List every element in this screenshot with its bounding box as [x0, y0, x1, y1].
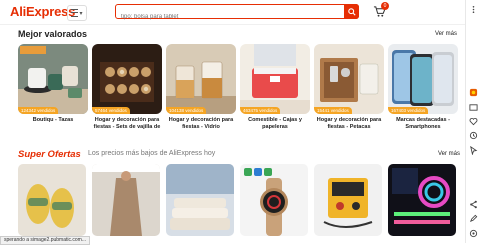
product-card[interactable]: 167403 vendidos Marcas destacadas - Smar…	[388, 44, 458, 131]
cart-count-badge: 0	[381, 2, 389, 10]
search-icon	[347, 7, 356, 16]
product-card[interactable]: 104138 vendidos Hogar y decoración para …	[166, 44, 236, 131]
aliexpress-logo[interactable]: AliExpress	[10, 4, 75, 19]
product-image: 167403 vendidos	[388, 44, 458, 114]
product-card[interactable]: 463475 vendidos Comestible - Cajas y pap…	[240, 44, 310, 131]
product-image: 463475 vendidos	[240, 44, 310, 114]
add-ons-icon[interactable]	[469, 88, 478, 97]
product-image: 15441 vendidos	[314, 44, 384, 114]
product-image: 104138 vendidos	[166, 44, 236, 114]
top-header: AliExpress ▾ 0	[0, 0, 465, 25]
chevron-down-icon: ▾	[79, 10, 83, 17]
product-card[interactable]: 124342 vendidos Boutiqu - Tazas	[18, 44, 88, 124]
offer-card[interactable]	[388, 164, 456, 236]
categories-menu-button[interactable]: ▾	[67, 5, 87, 21]
sold-count-badge: 104138 vendidos	[166, 107, 207, 114]
sold-count-badge: 124342 vendidos	[18, 107, 59, 114]
product-card[interactable]: 57464 vendidos Hogar y decoración para f…	[92, 44, 162, 131]
ver-mas-link[interactable]: Ver más	[435, 31, 457, 37]
search-button[interactable]	[344, 4, 359, 19]
share-icon[interactable]	[469, 200, 478, 209]
offer-card[interactable]	[92, 164, 160, 236]
edit-icon[interactable]	[469, 214, 478, 223]
browser-sidebar	[465, 0, 480, 243]
product-name: Marcas destacadas - Smartphones	[396, 117, 450, 130]
browser-status-bar: sperando a simage2.pubmatic.com...	[0, 236, 90, 245]
product-name: Hogar y decoración para fiestas - Vidrio	[168, 117, 234, 130]
search-input[interactable]	[116, 10, 346, 24]
favorites-icon[interactable]	[469, 117, 478, 126]
cursor-icon[interactable]	[469, 146, 478, 155]
hamburger-icon	[71, 9, 79, 17]
tabs-icon[interactable]	[469, 103, 478, 112]
offer-card[interactable]	[240, 164, 308, 236]
section-title-mejor-valorados: Mejor valorados	[18, 29, 88, 39]
super-ofertas-subtitle: Los precios más bajos de AliExpress hoy	[88, 150, 216, 157]
offer-image	[240, 164, 308, 236]
offer-card[interactable]	[18, 164, 86, 236]
product-name: Comestible - Cajas y papeleras	[248, 117, 302, 130]
cart-button[interactable]: 0	[373, 2, 389, 19]
product-image: 57464 vendidos	[92, 44, 162, 114]
offer-card[interactable]	[166, 164, 234, 236]
search-bar	[115, 4, 359, 24]
product-name: Hogar y decoración para fiestas - Petaca…	[316, 117, 382, 130]
more-options-icon[interactable]	[469, 5, 478, 14]
offer-image	[18, 164, 86, 236]
product-image: 124342 vendidos	[18, 44, 88, 114]
offer-card[interactable]	[314, 164, 382, 236]
settings-icon[interactable]	[469, 229, 478, 238]
history-icon[interactable]	[469, 131, 478, 140]
ver-mas-link[interactable]: Ver más	[438, 151, 460, 157]
offer-image	[166, 164, 234, 236]
product-name: Boutiqu - Tazas	[32, 117, 74, 123]
offer-image	[92, 164, 160, 236]
offer-image	[388, 164, 456, 236]
sold-count-badge: 15441 vendidos	[314, 107, 352, 114]
sold-count-badge: 57464 vendidos	[92, 107, 130, 114]
sold-count-badge: 167403 vendidos	[388, 107, 429, 114]
product-name: Hogar y decoración para fiestas - Sets d…	[93, 117, 161, 130]
sold-count-badge: 463475 vendidos	[240, 107, 281, 114]
offer-image	[314, 164, 382, 236]
product-card[interactable]: 15441 vendidos Hogar y decoración para f…	[314, 44, 384, 131]
section-title-super-ofertas: Super Ofertas	[18, 149, 81, 160]
